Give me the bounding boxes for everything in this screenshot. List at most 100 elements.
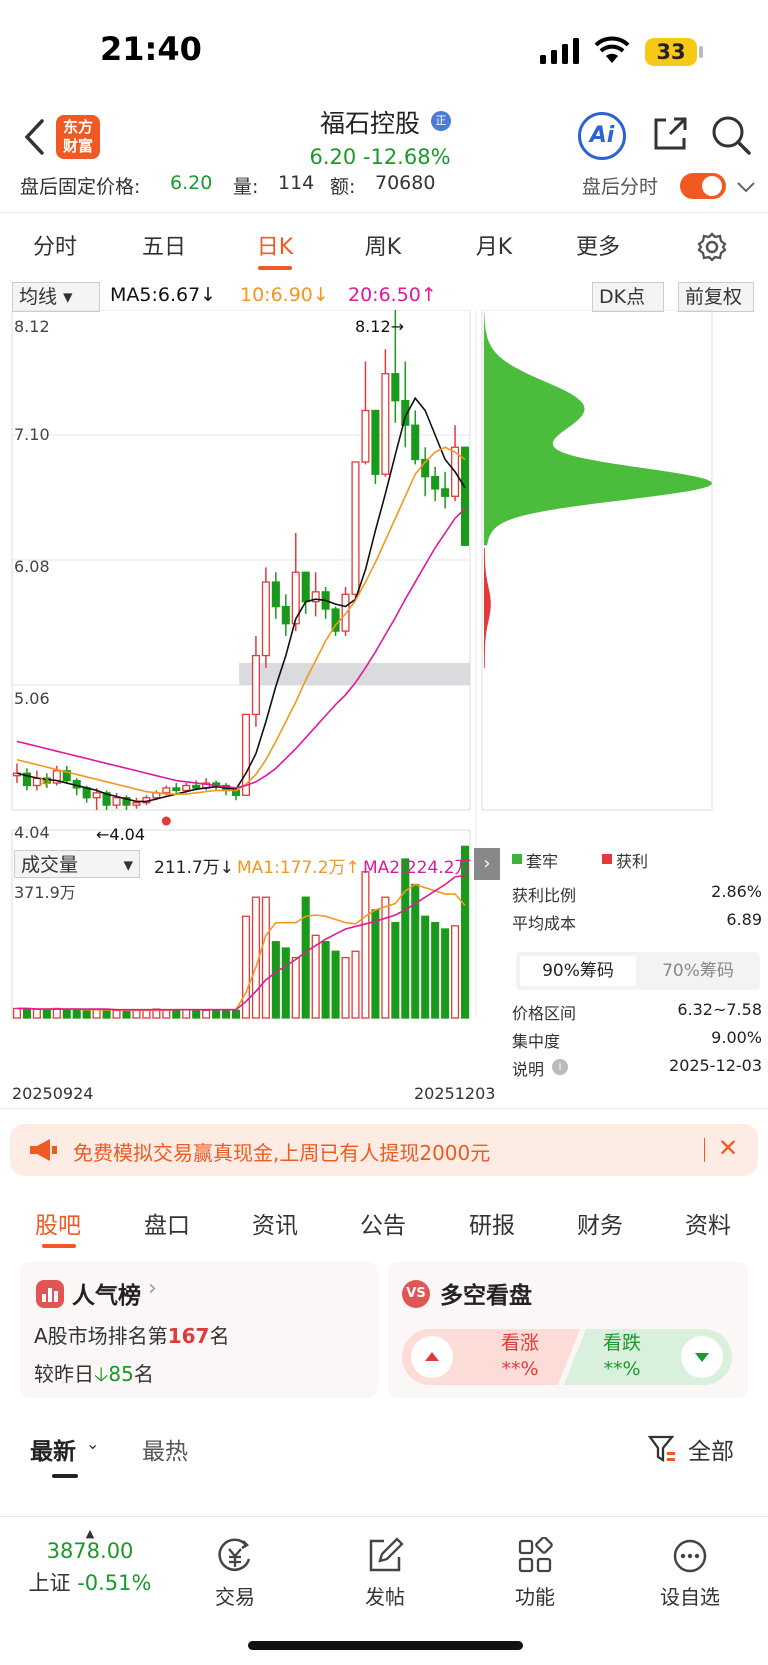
rank-chart-icon (36, 1280, 64, 1308)
volume-bar (132, 1009, 141, 1019)
info-icon[interactable]: i (552, 1059, 568, 1075)
candle-body (411, 424, 420, 461)
vote-up-button[interactable]: 看涨 **% (480, 1330, 560, 1382)
period-tabs: 分时 五日 日K 周K 月K 更多 (0, 212, 768, 272)
dk-selector[interactable]: DK点 (592, 282, 664, 312)
tab-yanbao[interactable]: 研报 (452, 1206, 532, 1240)
volume-bar (192, 1009, 201, 1019)
after-vol-label: 量: (233, 176, 259, 198)
candle-body (361, 409, 370, 463)
volume-selector-label: 成交量 (21, 854, 79, 876)
search-icon[interactable] (710, 114, 752, 156)
volume-bar (281, 947, 290, 1019)
tab-gonggao[interactable]: 公告 (343, 1206, 423, 1240)
chip-date: 2025-12-03 (669, 1056, 762, 1075)
app-logo: 东方财富 (56, 115, 100, 159)
sentiment-title: 多空看盘 (440, 1283, 532, 1309)
adjust-selector[interactable]: 前复权 (678, 282, 754, 312)
tab-guba[interactable]: 股吧 (18, 1206, 98, 1240)
candle-body (132, 801, 141, 806)
chip-panel: 套牢 获利 获利比例 2.86% 平均成本 6.89 90%筹码 70%筹码 价格区… (510, 848, 768, 1079)
tab-chip-70[interactable]: 70%筹码 (640, 956, 756, 986)
nav-trade[interactable]: 交易 (185, 1537, 285, 1610)
volume-bar (321, 941, 330, 1019)
sort-latest[interactable]: 最新 (30, 1432, 76, 1466)
volume-bar (22, 1008, 31, 1019)
candle-body (251, 654, 260, 716)
promo-text: 免费模拟交易赢真现金,上周已有人提现2000元 (73, 1141, 491, 1165)
ma-selector[interactable]: 均线 ▾ (12, 282, 100, 312)
promo-banner[interactable]: 免费模拟交易赢真现金,上周已有人提现2000元 ✕ (10, 1124, 758, 1176)
filter-icon[interactable] (648, 1434, 676, 1464)
volume-bar (62, 1008, 71, 1019)
after-hours-toggle[interactable] (680, 173, 726, 199)
tab-fenshi[interactable]: 分时 (10, 229, 100, 261)
tab-ziliao[interactable]: 资料 (668, 1206, 748, 1240)
signal-dot (161, 816, 171, 826)
price-axis-label: 5.06 (14, 689, 50, 708)
tab-zhouk[interactable]: 周K (338, 229, 428, 261)
vote-down-button[interactable]: 看跌 **% (582, 1330, 662, 1382)
volume-bar (341, 956, 350, 1019)
home-indicator (248, 1641, 523, 1650)
grid-icon (518, 1537, 553, 1573)
filter-all[interactable]: 全部 (688, 1432, 734, 1466)
tab-wuri[interactable]: 五日 (119, 229, 209, 261)
index-value: 3878.00 (46, 1539, 134, 1563)
change-suffix: 名 (133, 1362, 154, 1386)
vote-down-value: **% (603, 1358, 641, 1380)
volume-current: 211.7万↓ (154, 858, 234, 878)
nav-watchlist[interactable]: 设自选 (640, 1537, 740, 1610)
share-icon[interactable] (650, 114, 690, 154)
index-change: -0.51% (77, 1571, 152, 1595)
volume-bar (421, 915, 430, 1019)
tab-more[interactable]: 更多 (553, 229, 643, 261)
vs-icon: VS (402, 1280, 430, 1308)
back-arrow-icon[interactable] (22, 118, 46, 156)
settings-gear-icon[interactable] (696, 231, 728, 263)
tab-pankou[interactable]: 盘口 (127, 1206, 207, 1240)
chevron-down-icon[interactable] (736, 180, 756, 194)
ai-button[interactable]: Ai (578, 112, 626, 160)
expand-chevrons-icon: » (38, 769, 51, 794)
candle-body (281, 605, 290, 625)
tab-yuek[interactable]: 月K (449, 229, 539, 261)
chip-range-tabs: 90%筹码 70%筹码 (516, 952, 760, 990)
low-price-label: ←4.04 (96, 825, 145, 844)
popularity-card[interactable]: 人气榜 › A股市场排名第167名 较昨日🡣85名 (20, 1262, 378, 1398)
stock-price-change: 6.20 -12.68% (309, 145, 451, 169)
tab-rik[interactable]: 日K (230, 229, 320, 261)
stock-name: 福石控股 (319, 109, 420, 138)
candle-body (351, 461, 360, 595)
candle-body (192, 784, 201, 789)
volume-bar (291, 956, 300, 1019)
nav-functions[interactable]: 功能 (485, 1537, 585, 1610)
dk-label: DK点 (599, 286, 646, 308)
sort-underline (52, 1474, 78, 1478)
battery-cap (699, 46, 703, 58)
status-time: 21:40 (100, 30, 202, 68)
support-band (239, 662, 470, 685)
popularity-title: 人气榜 (72, 1283, 141, 1309)
content-tabs: 股吧 盘口 资讯 公告 研报 财务 资料 (0, 1196, 768, 1256)
tab-caiwu[interactable]: 财务 (560, 1206, 640, 1240)
vote-down-label: 看跌 (602, 1332, 641, 1354)
sentiment-vote-bar (402, 1329, 732, 1385)
expand-arrow-icon[interactable]: › (474, 848, 500, 880)
note-label: 说明 (512, 1060, 545, 1079)
candle-body (82, 787, 91, 799)
volume-selector[interactable]: 成交量 ▾ (14, 850, 140, 878)
index-ticker[interactable]: ▲ 3878.00 上证 -0.51% (20, 1527, 160, 1597)
profit-legend: 获利 (616, 852, 649, 871)
tab-chip-90[interactable]: 90%筹码 (520, 956, 636, 986)
date-end-label: 20251203 (414, 1084, 495, 1103)
nav-post[interactable]: 发帖 (335, 1537, 435, 1610)
sort-hottest[interactable]: 最热 (142, 1432, 188, 1466)
tab-zixun[interactable]: 资讯 (235, 1206, 315, 1240)
status-bar: 21:40 33 (0, 0, 768, 100)
ma20-line (16, 507, 466, 789)
candle-body (391, 373, 400, 402)
close-icon[interactable]: ✕ (718, 1134, 738, 1162)
sort-chevron-icon[interactable]: ⌄ (86, 1434, 99, 1453)
after-price-label: 盘后固定价格: (20, 176, 141, 198)
